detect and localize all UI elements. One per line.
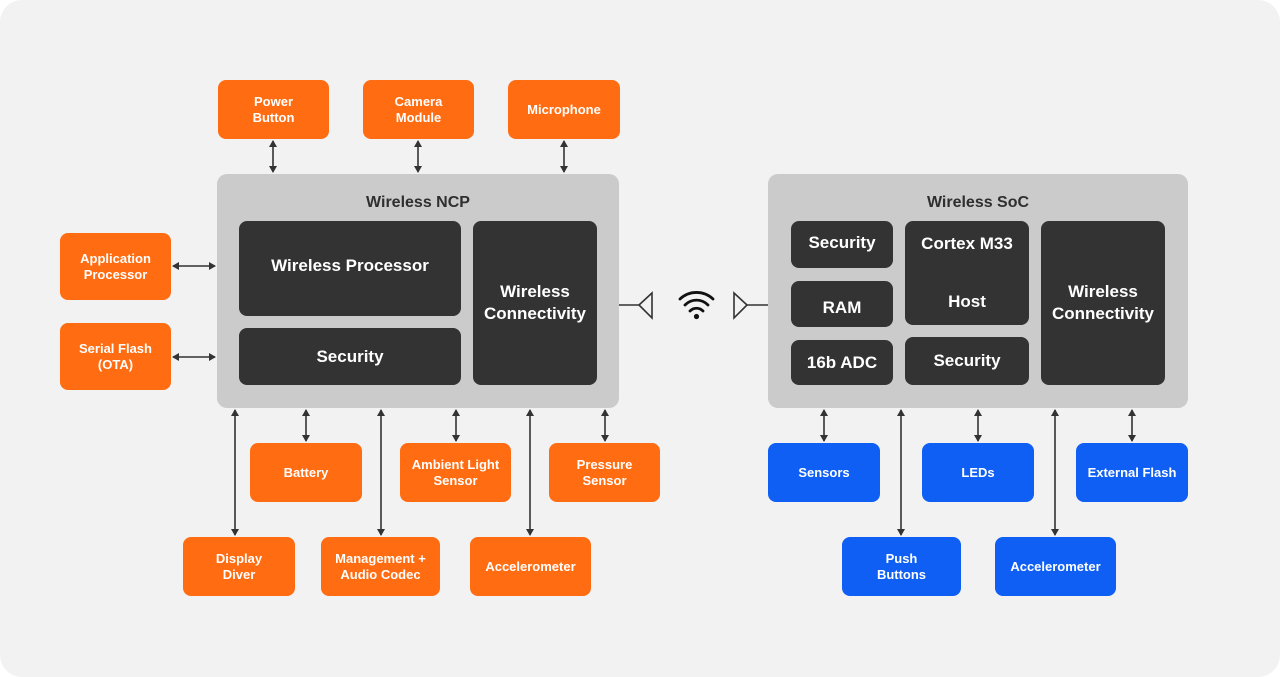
ambient-light-sensor-block: Ambient Light Sensor xyxy=(400,443,511,502)
soc-cortex-host-block: Cortex M33 Host xyxy=(905,221,1029,325)
ncp-wireless-processor-label: Wireless Processor xyxy=(271,256,429,275)
soc-security-bottom-block: Security xyxy=(905,337,1029,385)
pressure-sensor-block: Pressure Sensor xyxy=(549,443,660,502)
application-processor-label-line2: Processor xyxy=(83,266,148,282)
soc-cortex-label: Cortex M33 xyxy=(921,234,1013,253)
microphone-block: Microphone xyxy=(508,80,620,139)
sensors-label: Sensors xyxy=(798,464,850,480)
wireless-ncp-title: Wireless NCP xyxy=(366,194,470,211)
external-flash-label: External Flash xyxy=(1087,464,1177,480)
leds-label: LEDs xyxy=(961,464,995,480)
serial-flash-block: Serial Flash (OTA) xyxy=(60,323,171,390)
ncp-wireless-connectivity-label-line1: Wireless xyxy=(500,282,570,301)
management-audio-codec-block: Management + Audio Codec xyxy=(321,537,440,596)
camera-module-label-line2: Module xyxy=(395,109,442,125)
ambient-light-sensor-label-line1: Ambient Light xyxy=(411,456,500,472)
ncp-accelerometer-block: Accelerometer xyxy=(470,537,591,596)
soc-security-top-block: Security xyxy=(791,221,893,268)
soc-security-top-label: Security xyxy=(808,232,876,252)
ncp-security-label: Security xyxy=(316,346,384,366)
ncp-wireless-connectivity-label-line2: Connectivity xyxy=(483,304,587,323)
push-buttons-label-line1: Push xyxy=(885,550,918,566)
soc-wireless-connectivity-label-line1: Wireless xyxy=(1068,282,1138,301)
soc-accelerometer-label: Accelerometer xyxy=(1010,558,1101,574)
soc-security-bottom-label: Security xyxy=(933,351,1001,370)
sensors-block: Sensors xyxy=(768,443,880,502)
battery-block: Battery xyxy=(250,443,362,502)
display-driver-label-line2: Diver xyxy=(222,566,256,582)
soc-wireless-connectivity-block: Wireless Connectivity xyxy=(1041,221,1165,385)
pressure-sensor-label-line2: Sensor xyxy=(582,472,627,488)
leds-block: LEDs xyxy=(922,443,1034,502)
push-buttons-block: Push Buttons xyxy=(842,537,961,596)
ncp-wireless-connectivity-block: Wireless Connectivity xyxy=(473,221,597,385)
external-flash-block: External Flash xyxy=(1076,443,1188,502)
soc-adc-label: 16b ADC xyxy=(806,352,878,372)
display-driver-block: Display Diver xyxy=(183,537,295,596)
management-audio-codec-label-line1: Management + xyxy=(335,550,426,566)
camera-module-label-line1: Camera xyxy=(394,93,443,109)
power-button-block: Power Button xyxy=(218,80,329,139)
serial-flash-label-line1: Serial Flash xyxy=(79,340,152,356)
soc-adc-block: 16b ADC xyxy=(791,340,893,385)
ncp-wireless-processor-block: Wireless Processor xyxy=(239,221,461,316)
soc-accelerometer-block: Accelerometer xyxy=(995,537,1116,596)
soc-ram-label: RAM xyxy=(822,298,862,317)
wireless-soc-title: Wireless SoC xyxy=(926,194,1030,211)
serial-flash-label-line2: (OTA) xyxy=(97,356,134,372)
soc-host-label: Host xyxy=(948,292,986,311)
push-buttons-label-line2: Buttons xyxy=(876,566,927,582)
soc-ram-block: RAM xyxy=(791,281,893,327)
camera-module-block: Camera Module xyxy=(363,80,474,139)
microphone-label: Microphone xyxy=(527,101,601,117)
power-button-label-line1: Power xyxy=(253,93,293,109)
display-driver-label-line1: Display xyxy=(215,550,263,566)
pressure-sensor-label-line1: Pressure xyxy=(576,456,633,472)
application-processor-label-line1: Application xyxy=(80,250,151,266)
soc-wireless-connectivity-label-line2: Connectivity xyxy=(1051,304,1155,323)
battery-label: Battery xyxy=(283,464,329,480)
ambient-light-sensor-label-line2: Sensor xyxy=(433,472,478,488)
power-button-label-line2: Button xyxy=(252,109,295,125)
ncp-security-block: Security xyxy=(239,328,461,385)
application-processor-block: Application Processor xyxy=(60,233,171,300)
ncp-accelerometer-label: Accelerometer xyxy=(485,558,576,574)
management-audio-codec-label-line2: Audio Codec xyxy=(340,566,421,582)
